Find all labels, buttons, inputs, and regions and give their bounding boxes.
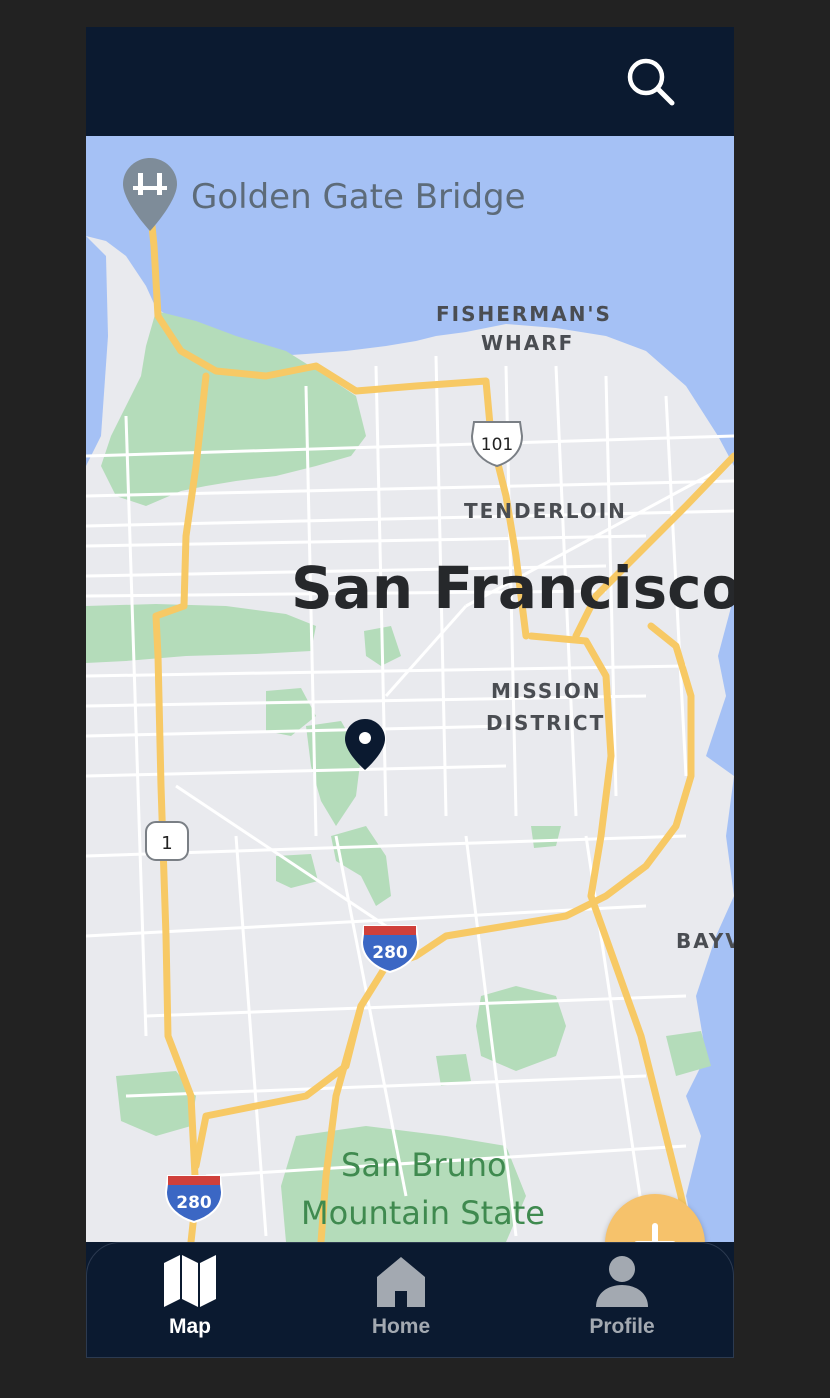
- map-view[interactable]: Golden Gate Bridge FISHERMAN'S WHARF TEN…: [86, 136, 734, 1242]
- app-screen: Golden Gate Bridge FISHERMAN'S WHARF TEN…: [86, 27, 734, 1358]
- us101-shield-label: 101: [481, 435, 513, 455]
- map-icon: [164, 1255, 216, 1307]
- search-icon: [627, 58, 675, 106]
- map-label-park-1: San Bruno: [341, 1146, 507, 1184]
- search-button[interactable]: [622, 53, 682, 109]
- nav-item-home[interactable]: Home: [336, 1253, 466, 1349]
- map-label-fishermans-2: WHARF: [481, 331, 574, 355]
- home-icon: [377, 1257, 425, 1307]
- map-label-park-2: Mountain State: [301, 1194, 545, 1232]
- map-label-golden-gate: Golden Gate Bridge: [191, 177, 526, 217]
- nav-label-map: Map: [169, 1315, 211, 1338]
- nav-item-profile[interactable]: Profile: [557, 1253, 687, 1349]
- ca1-shield-icon: 1: [145, 821, 189, 861]
- map-label-bayview: BAYV: [676, 929, 734, 953]
- nav-label-home: Home: [371, 1315, 431, 1338]
- bottom-navigation: Map Home Profile: [86, 1242, 734, 1358]
- map-label-mission-2: DISTRICT: [486, 711, 605, 735]
- nav-item-map[interactable]: Map: [125, 1253, 255, 1349]
- nav-label-profile: Profile: [589, 1315, 655, 1338]
- add-button[interactable]: [605, 1194, 705, 1242]
- map-label-mission-1: MISSION: [491, 679, 601, 703]
- plus-icon: [634, 1223, 676, 1242]
- map-label-fishermans-1: FISHERMAN'S: [436, 302, 612, 326]
- map-park-small6: [436, 1054, 471, 1086]
- map-label-city: San Francisco: [291, 554, 734, 622]
- map-label-tenderloin: TENDERLOIN: [464, 499, 627, 523]
- ca1-shield-label: 1: [161, 833, 172, 854]
- top-app-bar: [86, 27, 734, 136]
- i280-south-shield-label: 280: [176, 1193, 212, 1213]
- i280-shield-label: 280: [372, 943, 408, 963]
- person-icon: [596, 1256, 648, 1307]
